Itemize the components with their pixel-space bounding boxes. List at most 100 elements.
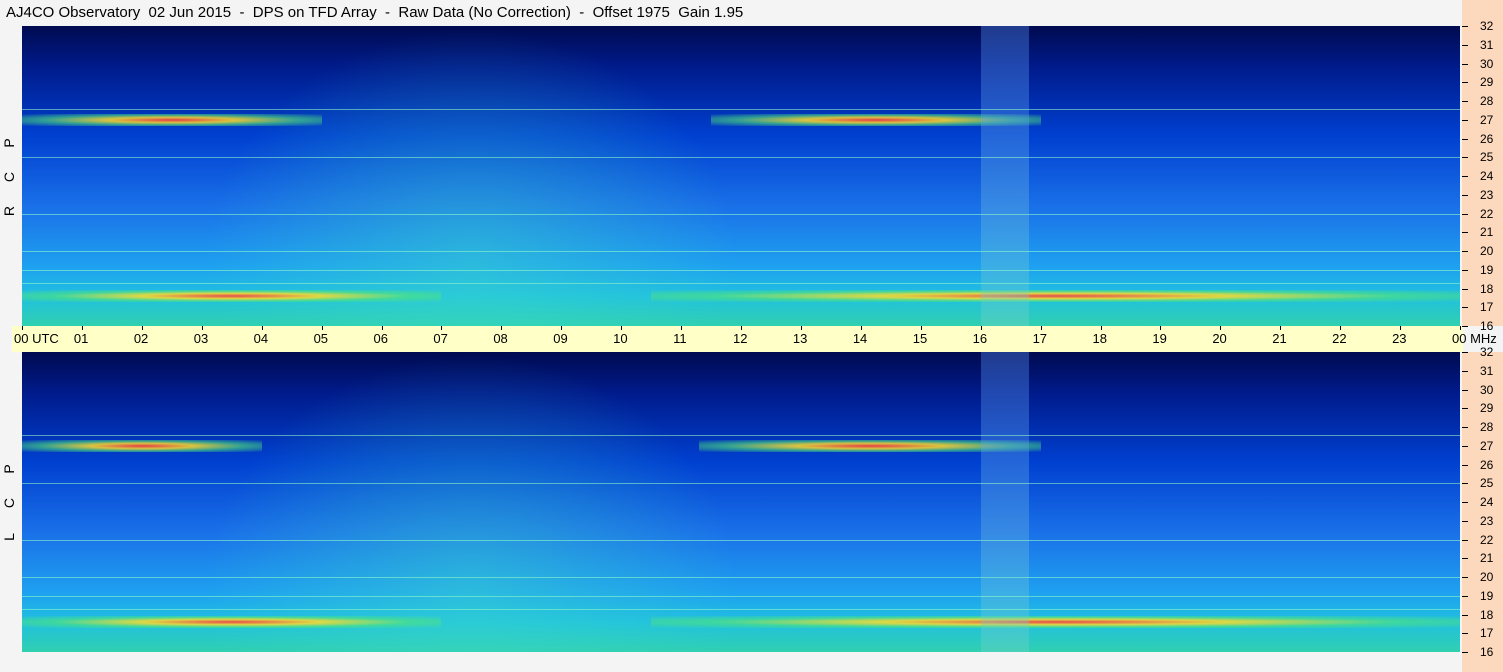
polarization-letter: L <box>1 533 17 541</box>
freq-tick-mark <box>1462 213 1468 215</box>
utc-tick-mark <box>681 326 683 330</box>
lcp-spectrogram <box>22 352 1460 652</box>
utc-tick-label: 01 <box>73 331 89 346</box>
freq-tick-label: 30 <box>1480 382 1494 397</box>
freq-tick-label: 24 <box>1480 169 1494 183</box>
utc-tick-label: 22 <box>1332 331 1347 346</box>
freq-tick-mark <box>1462 82 1468 84</box>
polarization-letter: P <box>1 138 17 148</box>
utc-tick-mark <box>1160 326 1162 330</box>
utc-tick-mark <box>441 326 443 330</box>
utc-tick-label: 09 <box>553 331 568 346</box>
freq-tick-mark <box>1462 194 1468 196</box>
daytime-background-glow <box>201 26 741 326</box>
freq-tick-mark <box>1462 483 1468 485</box>
utc-tick-mark <box>261 326 263 330</box>
freq-tick-label: 29 <box>1480 75 1494 90</box>
utc-tick-label: 14 <box>852 331 868 346</box>
freq-tick-mark <box>1462 269 1468 271</box>
utc-tick-mark <box>741 326 742 330</box>
rcp-spectrogram <box>22 26 1460 326</box>
freq-tick-mark <box>1462 502 1468 503</box>
utc-tick-mark <box>381 326 383 330</box>
utc-tick-mark <box>561 326 563 330</box>
freq-tick-label: 20 <box>1480 570 1494 584</box>
utc-tick-mark <box>1220 326 1222 330</box>
freq-tick-label: 23 <box>1480 187 1494 202</box>
utc-tick-label: 12 <box>733 331 748 346</box>
rfi-line <box>22 483 1460 485</box>
freq-tick-label: 27 <box>1480 438 1494 453</box>
freq-tick-label: 29 <box>1480 401 1494 416</box>
freq-tick-label: 17 <box>1480 626 1494 641</box>
utc-tick-label: 02 <box>133 331 149 346</box>
freq-tick-mark <box>1462 352 1468 353</box>
utc-tick-label: 17 <box>1032 331 1048 346</box>
rfi-line <box>22 157 1460 159</box>
freq-tick-mark <box>1462 307 1468 309</box>
freq-tick-label: 19 <box>1480 588 1494 603</box>
utc-tick-label: 21 <box>1272 331 1287 346</box>
emission-band <box>22 439 262 452</box>
freq-tick-label: 23 <box>1480 513 1494 528</box>
rfi-line <box>22 539 1460 541</box>
freq-tick-mark <box>1462 44 1468 46</box>
freq-tick-mark <box>1462 652 1468 653</box>
utc-tick-mark <box>1040 326 1042 330</box>
utc-tick-label: 16 <box>972 331 988 346</box>
utc-tick-label: 07 <box>433 331 448 346</box>
emission-band <box>22 290 442 302</box>
freq-tick-mark <box>1462 251 1468 252</box>
freq-tick-mark <box>1462 464 1468 466</box>
freq-tick-label: 18 <box>1480 607 1494 622</box>
frequency-axis-lcp <box>1462 352 1503 672</box>
utc-tick-mark <box>980 326 982 330</box>
utc-tick-mark <box>920 326 922 330</box>
utc-tick-mark <box>860 326 862 330</box>
freq-tick-mark <box>1462 427 1468 428</box>
utc-tick-mark <box>22 326 23 330</box>
utc-tick-label: 18 <box>1092 331 1107 346</box>
utc-tick-label: 23 <box>1392 331 1407 346</box>
freq-tick-label: 31 <box>1480 37 1494 52</box>
utc-tick-label: 19 <box>1152 331 1167 346</box>
utc-tick-mark <box>81 326 83 330</box>
rfi-line <box>22 608 1460 610</box>
utc-tick-mark <box>201 326 203 330</box>
polarization-letter: P <box>1 464 17 474</box>
utc-tick-mark <box>1100 326 1102 330</box>
freq-tick-label: 22 <box>1480 532 1494 547</box>
freq-tick-mark <box>1462 408 1468 410</box>
utc-tick-mark <box>1460 326 1461 330</box>
freq-tick-mark <box>1462 614 1468 616</box>
utc-tick-label: 20 <box>1212 331 1227 346</box>
freq-tick-label: 28 <box>1480 94 1494 108</box>
freq-tick-mark <box>1462 595 1468 597</box>
freq-tick-label: 32 <box>1480 19 1494 33</box>
freq-tick-mark <box>1462 558 1468 560</box>
freq-tick-mark <box>1462 119 1468 121</box>
freq-tick-label: 19 <box>1480 262 1494 277</box>
broadband-stripe <box>980 26 1029 326</box>
utc-tick-label: 11 <box>673 331 687 346</box>
freq-tick-label: 21 <box>1480 225 1494 240</box>
freq-tick-label: 32 <box>1480 345 1494 359</box>
utc-tick-label: 04 <box>253 331 269 346</box>
emission-band <box>651 616 1460 628</box>
utc-tick-label: 00 UTC <box>14 331 59 346</box>
utc-tick-label: 13 <box>792 331 808 346</box>
freq-tick-label: 16 <box>1480 645 1494 659</box>
freq-tick-mark <box>1462 26 1468 27</box>
freq-tick-mark <box>1462 577 1468 578</box>
freq-tick-mark <box>1462 176 1468 177</box>
freq-tick-mark <box>1462 288 1468 290</box>
rfi-line <box>22 213 1460 215</box>
freq-tick-label: 25 <box>1480 150 1494 165</box>
freq-tick-mark <box>1462 138 1468 140</box>
freq-tick-label: 18 <box>1480 281 1494 296</box>
utc-tick-label: 15 <box>912 331 928 346</box>
freq-tick-mark <box>1462 539 1468 541</box>
freq-tick-label: 26 <box>1480 131 1494 146</box>
freq-tick-label: 22 <box>1480 206 1494 221</box>
freq-tick-mark <box>1462 633 1468 635</box>
